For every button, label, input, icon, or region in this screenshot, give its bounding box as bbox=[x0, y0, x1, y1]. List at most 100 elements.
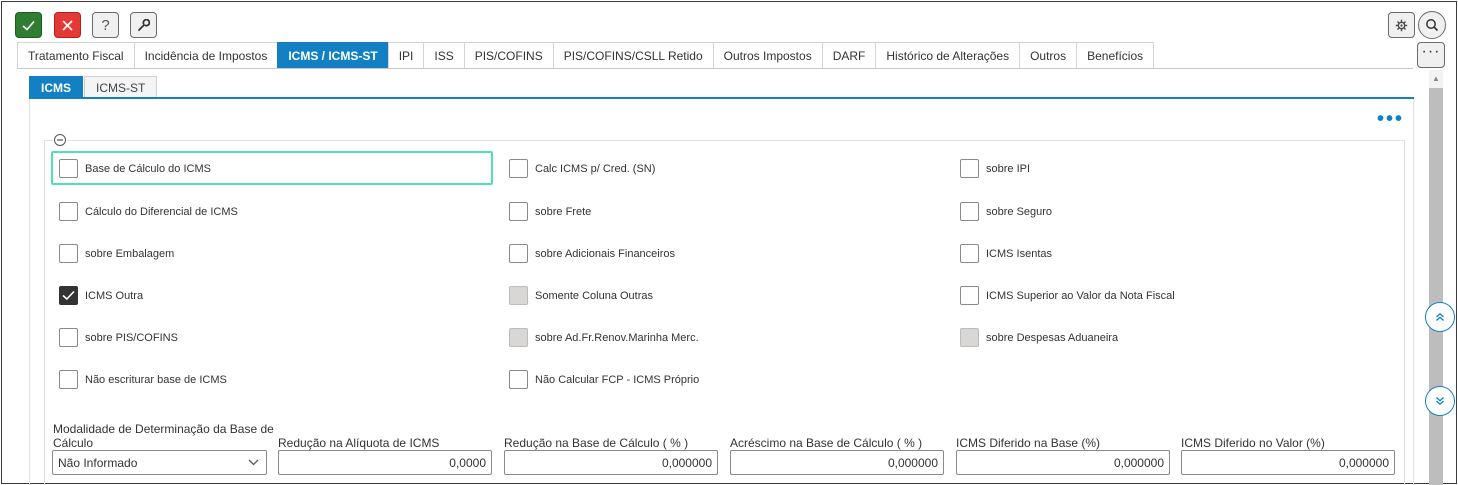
checkbox-box bbox=[509, 286, 528, 305]
tabs-divider bbox=[17, 68, 1413, 69]
modalidade-label: Modalidade de Determinação da Base de Cá… bbox=[53, 422, 274, 450]
checkbox-box[interactable] bbox=[59, 202, 78, 221]
checkbox-sobre-frete[interactable]: sobre Frete bbox=[509, 202, 591, 221]
scrollbar-thumb[interactable] bbox=[1429, 88, 1443, 485]
checkbox-box[interactable] bbox=[59, 159, 78, 178]
panel-more-button[interactable]: ••• bbox=[1377, 109, 1404, 129]
checkbox-label: Não Calcular FCP - ICMS Próprio bbox=[535, 373, 700, 386]
tab-pis-cofins[interactable]: PIS/COFINS bbox=[463, 42, 554, 68]
modalidade-select[interactable]: Não Informado bbox=[52, 450, 267, 475]
checkbox-base-de-calculo-do-icms[interactable]: Base de Cálculo do ICMS bbox=[59, 159, 211, 178]
checkbox-box[interactable] bbox=[59, 244, 78, 263]
cancel-button[interactable] bbox=[54, 12, 81, 38]
checkbox-label: sobre Seguro bbox=[986, 205, 1053, 218]
more-tabs-button[interactable]: ··· bbox=[1417, 42, 1445, 68]
acrescimo-base-label: Acréscimo na Base de Cálculo ( % ) bbox=[730, 436, 923, 450]
checkbox-sobre-despesas-aduaneira: sobre Despesas Aduaneira bbox=[960, 328, 1118, 347]
checkbox-sobre-embalagem[interactable]: sobre Embalagem bbox=[59, 244, 174, 263]
diferido-valor-label: ICMS Diferido no Valor (%) bbox=[1181, 436, 1325, 450]
confirm-button[interactable] bbox=[15, 12, 42, 38]
diferido-valor-input[interactable]: 0,000000 bbox=[1181, 450, 1395, 475]
checkbox-calculo-do-diferencial-de-icms[interactable]: Cálculo do Diferencial de ICMS bbox=[59, 202, 238, 221]
checkbox-sobre-ipi[interactable]: sobre IPI bbox=[960, 159, 1030, 178]
checkbox-box[interactable] bbox=[960, 244, 979, 263]
tab-outros[interactable]: Outros bbox=[1019, 42, 1078, 68]
checkbox-label: Não escriturar base de ICMS bbox=[85, 373, 227, 386]
reducao-base-input[interactable]: 0,000000 bbox=[504, 450, 718, 475]
tab-beneficios[interactable]: Benefícios bbox=[1076, 42, 1155, 68]
checkbox-label: ICMS Superior ao Valor da Nota Fiscal bbox=[986, 289, 1175, 302]
wrench-icon bbox=[138, 18, 150, 31]
reducao-aliquota-label: Redução na Alíquota de ICMS bbox=[278, 436, 440, 450]
checkbox-icms-isentas[interactable]: ICMS Isentas bbox=[960, 244, 1052, 263]
checkbox-box[interactable] bbox=[509, 370, 528, 389]
checkbox-label: sobre IPI bbox=[986, 162, 1031, 175]
settings-button[interactable] bbox=[1388, 12, 1415, 38]
modalidade-label-line1: Modalidade de Determinação da Base de bbox=[53, 422, 274, 436]
checkbox-box[interactable] bbox=[59, 370, 78, 389]
check-icon bbox=[22, 20, 35, 31]
diferido-base-input[interactable]: 0,000000 bbox=[956, 450, 1170, 475]
double-chevron-down-icon bbox=[1436, 397, 1444, 406]
chevron-down-icon bbox=[248, 459, 259, 466]
scroll-bottom-button[interactable] bbox=[1425, 386, 1455, 416]
close-icon bbox=[62, 19, 73, 31]
reducao-aliquota-input[interactable]: 0,0000 bbox=[278, 450, 492, 475]
checkbox-box[interactable] bbox=[59, 328, 78, 347]
checkbox-box[interactable] bbox=[960, 202, 979, 221]
subtab-icms-st[interactable]: ICMS-ST bbox=[84, 76, 158, 98]
checkbox-nao-escriturar-base-de-icms[interactable]: Não escriturar base de ICMS bbox=[59, 370, 227, 389]
modalidade-value: Não Informado bbox=[58, 455, 138, 470]
search-icon bbox=[1426, 19, 1439, 32]
checkbox-box bbox=[960, 328, 979, 347]
tab-outros-impostos[interactable]: Outros Impostos bbox=[712, 42, 823, 68]
collapse-button[interactable] bbox=[53, 133, 67, 147]
search-button[interactable] bbox=[1418, 11, 1446, 39]
modalidade-label-line2: Cálculo bbox=[53, 436, 94, 450]
collapse-icon bbox=[54, 134, 66, 146]
checkbox-calc-icms-p-cred-sn[interactable]: Calc ICMS p/ Cred. (SN) bbox=[509, 159, 655, 178]
checkbox-label: sobre Ad.Fr.Renov.Marinha Merc. bbox=[535, 331, 699, 344]
tab-historico-alteracoes[interactable]: Histórico de Alterações bbox=[875, 42, 1021, 68]
checkmark-icon bbox=[62, 290, 75, 301]
checkbox-icms-outra[interactable]: ICMS Outra bbox=[59, 286, 143, 305]
help-label: ? bbox=[101, 16, 110, 34]
tab-darf[interactable]: DARF bbox=[821, 42, 877, 68]
checkbox-label: Calc ICMS p/ Cred. (SN) bbox=[535, 162, 656, 175]
help-button[interactable]: ? bbox=[92, 12, 119, 38]
checkbox-box[interactable] bbox=[509, 202, 528, 221]
checkbox-box bbox=[509, 328, 528, 347]
checkbox-nao-calcular-fcp-icms-proprio[interactable]: Não Calcular FCP - ICMS Próprio bbox=[509, 370, 699, 389]
checkbox-box[interactable] bbox=[59, 286, 78, 305]
scroll-top-button[interactable] bbox=[1425, 302, 1455, 332]
sub-tabs: ICMS ICMS-ST bbox=[29, 76, 158, 98]
tab-tratamento-fiscal[interactable]: Tratamento Fiscal bbox=[17, 42, 135, 68]
acrescimo-base-input[interactable]: 0,000000 bbox=[730, 450, 944, 475]
checkbox-label: ICMS Isentas bbox=[986, 247, 1053, 260]
checkbox-sobre-pis-cofins[interactable]: sobre PIS/COFINS bbox=[59, 328, 178, 347]
checkbox-icms-superior-ao-valor-da-nota-fiscal[interactable]: ICMS Superior ao Valor da Nota Fiscal bbox=[960, 286, 1175, 305]
checkbox-box[interactable] bbox=[509, 159, 528, 178]
checkbox-sobre-adicionais-financeiros[interactable]: sobre Adicionais Financeiros bbox=[509, 244, 675, 263]
checkbox-label: Base de Cálculo do ICMS bbox=[85, 162, 211, 175]
checkbox-box[interactable] bbox=[960, 159, 979, 178]
tab-ipi[interactable]: IPI bbox=[387, 42, 425, 68]
checkbox-sobre-ad-fr-renov-marinha-merc: sobre Ad.Fr.Renov.Marinha Merc. bbox=[509, 328, 699, 347]
main-tabs: Tratamento Fiscal Incidência de Impostos… bbox=[17, 42, 1155, 68]
tab-iss[interactable]: ISS bbox=[423, 42, 465, 68]
subtab-icms[interactable]: ICMS bbox=[29, 76, 83, 98]
tools-button[interactable] bbox=[130, 12, 157, 38]
checkbox-box[interactable] bbox=[960, 286, 979, 305]
diferido-base-label: ICMS Diferido na Base (%) bbox=[956, 436, 1101, 450]
checkbox-box[interactable] bbox=[509, 244, 528, 263]
scroll-up-arrow[interactable]: ▲ bbox=[1429, 70, 1443, 86]
checkbox-label: Cálculo do Diferencial de ICMS bbox=[85, 205, 238, 218]
checkbox-label: ICMS Outra bbox=[85, 289, 144, 302]
tab-pis-cofins-csll-retido[interactable]: PIS/COFINS/CSLL Retido bbox=[552, 42, 714, 68]
checkbox-label: Somente Coluna Outras bbox=[535, 289, 654, 302]
tab-incidencia-impostos[interactable]: Incidência de Impostos bbox=[133, 42, 279, 68]
checkbox-label: sobre PIS/COFINS bbox=[85, 331, 178, 344]
checkbox-sobre-seguro[interactable]: sobre Seguro bbox=[960, 202, 1052, 221]
gear-icon bbox=[1395, 19, 1408, 31]
tab-icms-icms-st[interactable]: ICMS / ICMS-ST bbox=[277, 42, 389, 68]
